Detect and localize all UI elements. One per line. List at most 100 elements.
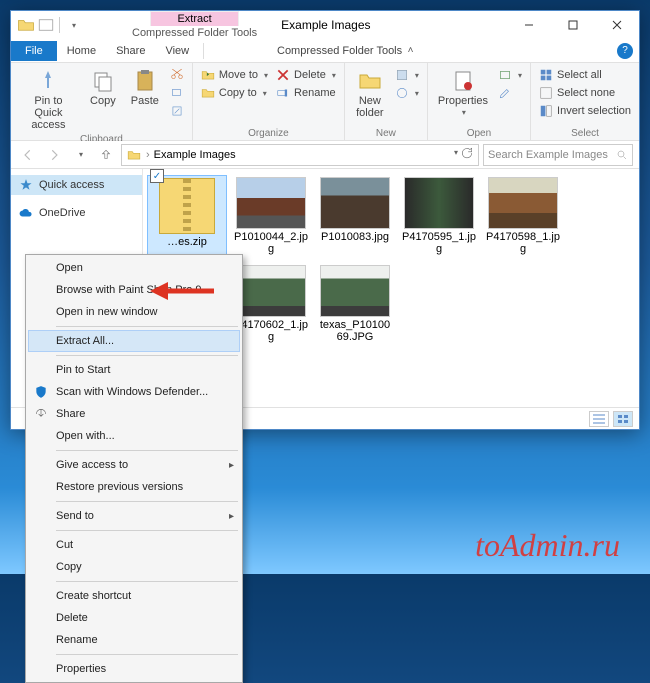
file-item[interactable]: ✓ …es.zip: [147, 175, 227, 257]
ctx-open-with[interactable]: Open with...: [28, 425, 240, 447]
group-select-label: Select: [537, 127, 633, 139]
copy-to-button[interactable]: Copy to: [199, 85, 270, 101]
file-name: P1010083.jpg: [321, 231, 389, 243]
view-large-icons-button[interactable]: [613, 411, 633, 427]
group-new-label: New: [351, 127, 421, 139]
titlebar: Extract Compressed Folder Tools Example …: [11, 11, 639, 39]
contextual-tab[interactable]: Extract: [150, 11, 238, 26]
move-to-button[interactable]: Move to: [199, 67, 270, 83]
file-name: P4170595_1.jpg: [401, 231, 477, 255]
ribbon-tabs: File Home Share View Compressed Folder T…: [11, 39, 639, 63]
ctx-send-to[interactable]: Send to: [28, 505, 240, 527]
ctx-share[interactable]: Share: [28, 403, 240, 425]
ctx-open[interactable]: Open: [28, 257, 240, 279]
ribbon: Pin to Quick access Copy Paste Clipboard…: [11, 63, 639, 141]
nav-forward-button[interactable]: [43, 144, 65, 166]
edit-icon[interactable]: [496, 85, 524, 101]
ctx-give-access[interactable]: Give access to: [28, 454, 240, 476]
ctx-restore-versions[interactable]: Restore previous versions: [28, 476, 240, 498]
ctx-create-shortcut[interactable]: Create shortcut: [28, 585, 240, 607]
delete-button[interactable]: Delete: [274, 67, 338, 83]
file-name: …es.zip: [167, 236, 207, 248]
file-item[interactable]: P1010044_2.jpg: [231, 175, 311, 257]
paste-button[interactable]: Paste: [126, 67, 164, 109]
select-none-button[interactable]: Select none: [537, 85, 633, 101]
watermark: toAdmin.ru: [475, 527, 620, 564]
file-name: P4170602_1.jpg: [233, 319, 309, 343]
maximize-button[interactable]: [551, 11, 595, 39]
rename-button[interactable]: Rename: [274, 85, 338, 101]
ctx-open-new-window[interactable]: Open in new window: [28, 301, 240, 323]
shield-icon: [32, 383, 50, 401]
image-thumbnail: [236, 265, 306, 317]
select-all-button[interactable]: Select all: [537, 67, 633, 83]
cut-icon[interactable]: [168, 67, 186, 83]
easy-access-icon[interactable]: [393, 85, 421, 101]
image-thumbnail: [320, 265, 390, 317]
paste-shortcut-icon[interactable]: [168, 103, 186, 119]
nav-up-button[interactable]: [95, 144, 117, 166]
checkbox-icon[interactable]: ✓: [150, 169, 164, 183]
invert-selection-button[interactable]: Invert selection: [537, 103, 633, 119]
ctx-properties[interactable]: Properties: [28, 658, 240, 680]
tab-compressed-tools[interactable]: Compressed Folder Tools: [267, 41, 412, 61]
tab-share[interactable]: Share: [106, 41, 155, 61]
contextual-tab-sub: Compressed Folder Tools: [128, 26, 261, 40]
star-icon: [19, 178, 33, 192]
address-bar: › Example Images Search Example Images: [11, 141, 639, 169]
close-button[interactable]: [595, 11, 639, 39]
view-details-button[interactable]: [589, 411, 609, 427]
file-item[interactable]: P4170595_1.jpg: [399, 175, 479, 257]
properties-button[interactable]: Properties: [434, 67, 492, 120]
pin-quick-access-button[interactable]: Pin to Quick access: [17, 67, 80, 133]
annotation-arrow: [150, 281, 214, 304]
file-item[interactable]: P4170598_1.jpg: [483, 175, 563, 257]
sidebar-item-onedrive[interactable]: OneDrive: [11, 203, 142, 223]
address-input[interactable]: › Example Images: [121, 144, 479, 166]
minimize-button[interactable]: [507, 11, 551, 39]
ctx-copy[interactable]: Copy: [28, 556, 240, 578]
nav-back-button[interactable]: [17, 144, 39, 166]
refresh-icon[interactable]: [460, 146, 474, 163]
window-title: Example Images: [281, 18, 370, 32]
image-thumbnail: [320, 177, 390, 229]
help-icon[interactable]: ?: [617, 43, 633, 59]
file-name: texas_P1010069.JPG: [317, 319, 393, 343]
zip-icon: ✓: [159, 178, 215, 234]
file-item[interactable]: texas_P1010069.JPG: [315, 263, 395, 345]
image-thumbnail: [236, 177, 306, 229]
search-icon: [616, 149, 628, 161]
search-input[interactable]: Search Example Images: [483, 144, 633, 166]
folder-qat-icon[interactable]: [17, 16, 35, 34]
group-organize-label: Organize: [199, 127, 338, 139]
ctx-delete[interactable]: Delete: [28, 607, 240, 629]
nav-history-button[interactable]: [69, 144, 91, 166]
new-item-icon[interactable]: [393, 67, 421, 83]
tab-view[interactable]: View: [155, 41, 199, 61]
open-icon[interactable]: [496, 67, 524, 83]
new-folder-button[interactable]: New folder: [351, 67, 389, 121]
ctx-pin-start[interactable]: Pin to Start: [28, 359, 240, 381]
ctx-rename[interactable]: Rename: [28, 629, 240, 651]
sidebar-item-quick-access[interactable]: Quick access: [11, 175, 142, 195]
ctx-defender[interactable]: Scan with Windows Defender...: [28, 381, 240, 403]
tab-home[interactable]: Home: [57, 41, 106, 61]
copy-path-icon[interactable]: [168, 85, 186, 101]
new-folder-qat-icon[interactable]: [37, 16, 55, 34]
tab-file[interactable]: File: [11, 41, 57, 61]
file-name: P4170598_1.jpg: [485, 231, 561, 255]
qat-dropdown[interactable]: [64, 16, 82, 34]
file-name: P1010044_2.jpg: [233, 231, 309, 255]
group-open-label: Open: [434, 127, 524, 139]
address-history-dropdown[interactable]: [452, 146, 458, 163]
cloud-icon: [19, 206, 33, 220]
file-item[interactable]: P1010083.jpg: [315, 175, 395, 257]
share-icon: [32, 405, 50, 423]
ctx-extract-all[interactable]: Extract All...: [28, 330, 240, 352]
ctx-cut[interactable]: Cut: [28, 534, 240, 556]
breadcrumb[interactable]: Example Images: [154, 149, 236, 161]
file-item[interactable]: P4170602_1.jpg: [231, 263, 311, 345]
copy-button[interactable]: Copy: [84, 67, 122, 109]
folder-icon: [126, 148, 142, 162]
image-thumbnail: [404, 177, 474, 229]
